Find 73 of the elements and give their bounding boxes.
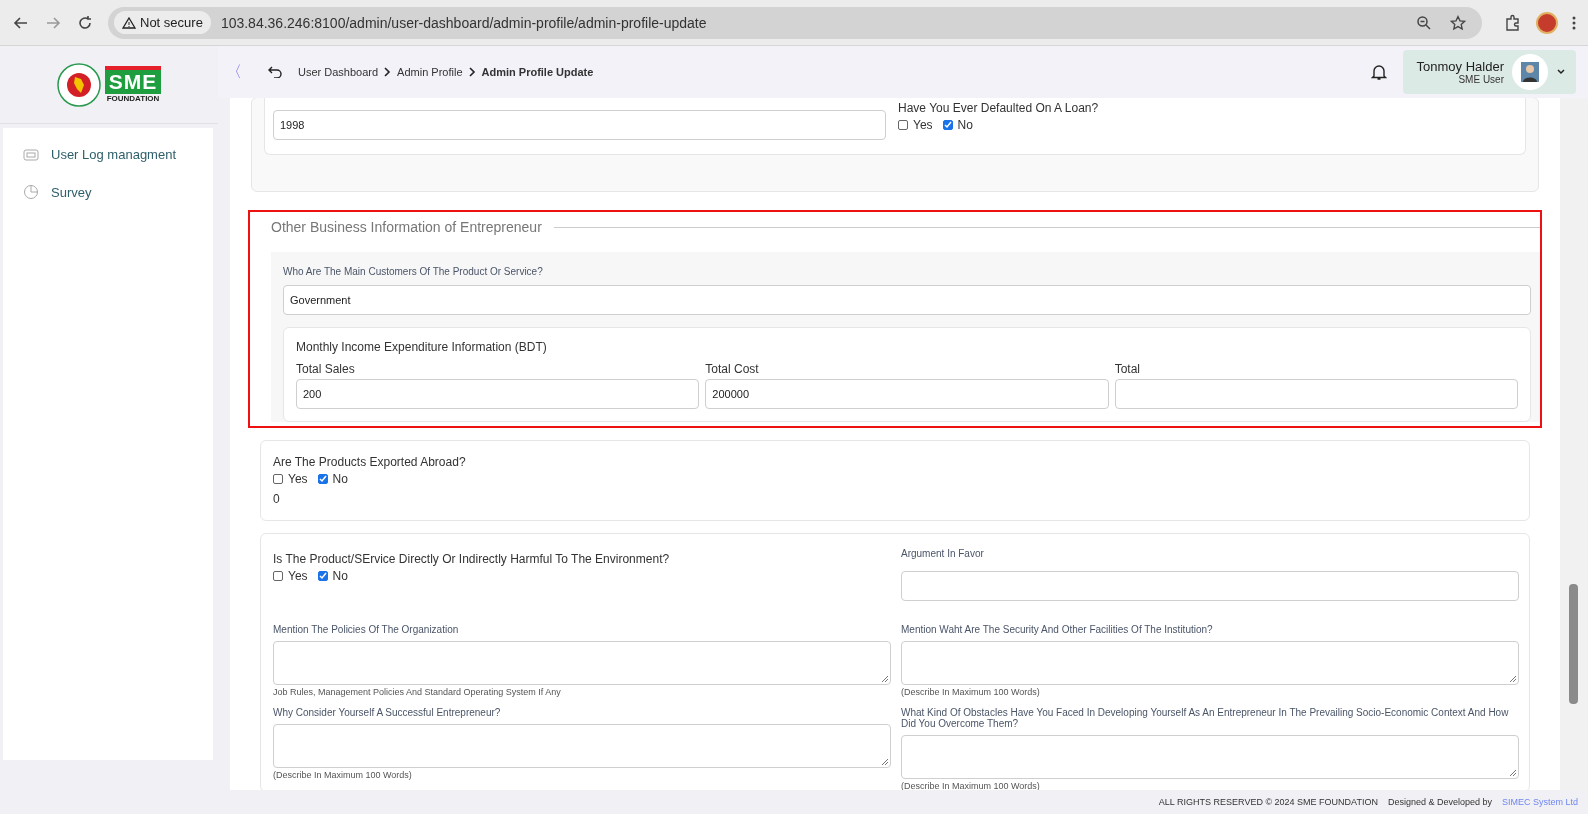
question-text: Is The Product/SErvice Directly Or Indirectly Harmful To The Environment? [273,552,671,566]
breadcrumb-link[interactable]: Admin Profile Update [481,66,594,78]
chevron-right-icon [468,67,476,77]
user-role: SME User [1457,74,1504,85]
amount-field[interactable]: 200000 [705,379,1109,409]
checkbox-option[interactable]: No [942,118,973,132]
zoom-out-icon[interactable] [1416,14,1432,31]
field-label: Argument In Favor [901,548,985,559]
field-label: Total [1114,362,1141,376]
log-icon [23,147,39,162]
hint-text: (Describe In Maximum 100 Words) [273,770,413,780]
checkbox[interactable] [898,120,908,130]
bell-icon[interactable] [1370,63,1387,81]
question-text: Are The Products Exported Abroad? [273,455,467,469]
question-text: Have You Ever Defaulted On A Loan? [898,101,1100,115]
back-arrow-icon[interactable] [268,66,282,78]
user-name: Tonmoy Halder [1416,59,1504,74]
answer-value: 0 [273,492,281,506]
breadcrumb-link[interactable]: User Dashboard [298,66,379,78]
checkbox[interactable] [273,571,283,581]
credit-text: Designed & Developed by [1387,797,1492,807]
copyright-text: ALL RIGHTS RESERVED © 2024 SME FOUNDATION [1158,797,1378,807]
resize-grip-icon[interactable] [1509,769,1516,776]
section-title: Other Business Information of Entrepreneur [271,219,542,235]
star-icon[interactable] [1450,14,1466,31]
checkbox[interactable] [273,474,283,484]
resize-grip-icon[interactable] [881,758,888,765]
amount-field[interactable]: 200 [296,379,700,409]
security-chip[interactable]: Not secure [114,11,211,34]
user-avatar [1512,54,1548,90]
collapse-button[interactable]: 〈 [222,61,246,83]
warning-icon [122,16,136,29]
hint-text: (Describe In Maximum 100 Words) [901,781,1041,790]
field-label: What Kind Of Obstacles Have You Faced In Developing Yourself As An Entrepreneur In The Prevailing Socio-Economic Context And How Did You Overcome Them? [901,707,1510,729]
profile-avatar[interactable] [1536,11,1558,34]
input-field[interactable] [901,571,1519,601]
menu-icon[interactable] [1572,14,1576,31]
url-text: 103.84.36.246:8100/admin/user-dashboard/admin-profile/admin-profile-update [220,14,708,31]
checkbox-option[interactable]: No [317,569,348,583]
checkbox-option[interactable]: Yes [898,118,933,132]
customers-field[interactable]: Government [283,285,1531,315]
field-label: Who Are The Main Customers Of The Product Or Service? [283,266,544,277]
hint-text: Job Rules, Management Policies And Standard Operating System If Any [273,687,562,697]
sme-logo: SME FOUNDATION [104,66,162,103]
sidebar-item[interactable]: User Log managment [3,136,213,173]
checkbox[interactable] [317,571,328,581]
chevron-down-icon [1556,68,1566,76]
emblem-logo [56,62,101,107]
resize-grip-icon[interactable] [1509,675,1516,682]
amount-field[interactable] [1114,379,1518,409]
year-field[interactable]: 1998 [273,110,886,140]
checkbox-option[interactable]: Yes [273,472,308,486]
checkbox-option[interactable]: Yes [273,569,308,583]
chevron-right-icon [384,67,392,77]
resize-grip-icon[interactable] [881,675,888,682]
checkbox-option[interactable]: No [317,472,348,486]
reload-icon[interactable] [76,13,94,32]
address-bar[interactable]: Not secure 103.84.36.246:8100/admin/user-dashboard/admin-profile/admin-profile-update [108,6,1482,39]
scrollbar[interactable] [1560,98,1588,790]
sidebar-item[interactable]: Survey [3,173,213,211]
field-label: Mention The Policies Of The Organization [273,624,460,635]
field-label: Total Cost [705,362,760,376]
pie-chart-icon [23,184,39,200]
checkbox[interactable] [942,120,953,130]
income-title: Monthly Income Expenditure Information (BDT) [296,340,548,354]
user-menu[interactable]: Tonmoy Halder SME User [1402,50,1576,94]
field-label: Why Consider Yourself A Successful Entrepreneur? [273,707,502,718]
breadcrumb-link[interactable]: Admin Profile [397,66,463,78]
extensions-icon[interactable] [1504,13,1522,32]
field-label: Total Sales [296,362,356,376]
field-label: Mention Waht Are The Security And Other Facilities Of The Institution? [901,624,1214,635]
hint-text: (Describe In Maximum 100 Words) [901,687,1041,697]
checkbox[interactable] [317,474,328,484]
